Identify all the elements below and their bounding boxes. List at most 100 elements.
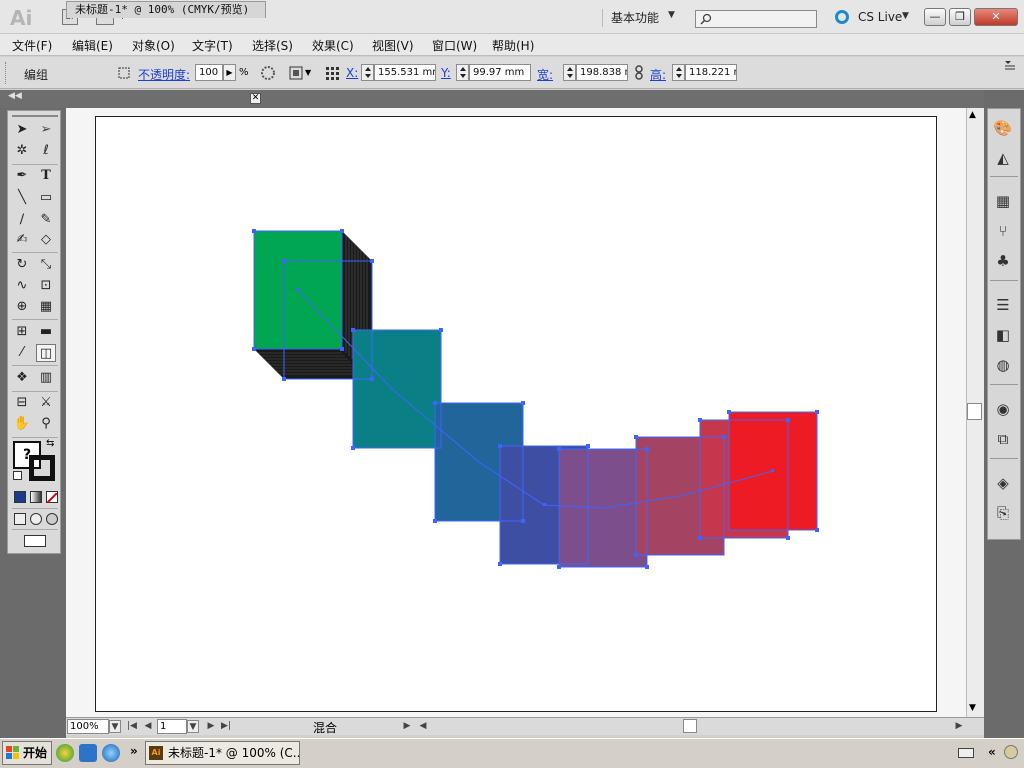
x-stepper[interactable] — [361, 64, 374, 81]
symbols-icon[interactable]: ♣ — [991, 250, 1015, 272]
panel-menu-icon[interactable] — [1003, 59, 1017, 71]
warp-icon[interactable]: ∿ — [12, 277, 32, 295]
y-field[interactable]: 99.97 mm — [469, 64, 531, 81]
collapse-panels-icon[interactable]: ◀◀ — [8, 91, 22, 101]
quick-launch-icon[interactable] — [79, 744, 97, 762]
stroke-icon[interactable]: ☰ — [991, 294, 1015, 316]
artboard-number-field[interactable]: 1 — [157, 719, 187, 734]
height-stepper[interactable] — [672, 64, 685, 81]
line-icon[interactable]: ╲ — [12, 189, 32, 207]
menu-select[interactable]: 选择(S) — [252, 37, 293, 54]
keyboard-icon[interactable] — [958, 748, 974, 758]
y-label[interactable]: Y: — [441, 66, 451, 80]
next-artboard-icon[interactable]: ▶ — [205, 720, 217, 733]
opacity-dropdown-icon[interactable]: ▶ — [223, 64, 236, 81]
blend-artwork[interactable] — [96, 117, 938, 713]
type-icon[interactable]: T — [36, 167, 56, 185]
scroll-up-icon[interactable]: ▲ — [969, 110, 976, 120]
tray-expand-icon[interactable]: « — [988, 745, 996, 759]
color-icon[interactable]: 🎨 — [991, 117, 1015, 139]
menu-file[interactable]: 文件(F) — [12, 37, 52, 54]
color-mode-icon[interactable] — [14, 491, 26, 503]
width-label[interactable]: 宽: — [537, 66, 553, 83]
paintbrush-icon[interactable]: ∕ — [12, 211, 32, 229]
artboard-dropdown-icon[interactable]: ▼ — [187, 720, 199, 733]
blend-icon[interactable]: ◫ — [36, 344, 56, 362]
rectangle-icon[interactable]: ▭ — [36, 189, 56, 207]
align-options-icon[interactable] — [288, 65, 304, 81]
scroll-right-icon[interactable]: ▶ — [953, 720, 965, 733]
previous-artboard-icon[interactable]: ◀ — [142, 720, 154, 733]
perspective-grid-icon[interactable]: ▦ — [36, 298, 56, 316]
y-stepper[interactable] — [456, 64, 469, 81]
width-stepper[interactable] — [563, 64, 576, 81]
scroll-down-icon[interactable]: ▼ — [969, 703, 976, 713]
menu-object[interactable]: 对象(O) — [132, 37, 175, 54]
eyedropper-icon[interactable]: ⁄ — [12, 344, 32, 362]
shape-builder-icon[interactable]: ⊕ — [12, 298, 32, 316]
height-label[interactable]: 高: — [650, 66, 666, 83]
blob-brush-icon[interactable]: ✍ — [12, 231, 32, 249]
tray-app-icon[interactable] — [1004, 745, 1018, 759]
selection-icon[interactable]: ➤ — [12, 121, 32, 139]
height-field[interactable]: 118.221 mı — [685, 64, 737, 81]
rotate-icon[interactable]: ↻ — [12, 256, 32, 274]
color-guide-icon[interactable]: ◭ — [991, 147, 1015, 169]
scale-icon[interactable]: ⤡ — [36, 256, 56, 274]
reference-point-icon[interactable] — [324, 65, 340, 81]
zoom-icon[interactable]: ⚲ — [36, 415, 56, 433]
swatches-icon[interactable]: ▦ — [991, 190, 1015, 212]
menu-edit[interactable]: 编辑(E) — [72, 37, 113, 54]
gradient-mode-icon[interactable] — [30, 491, 42, 503]
menu-type[interactable]: 文字(T) — [192, 37, 233, 54]
menu-view[interactable]: 视图(V) — [372, 37, 414, 54]
gradient-panel-icon[interactable]: ◧ — [991, 324, 1015, 346]
brushes-icon[interactable]: ⑂ — [991, 220, 1015, 242]
workspace-switcher[interactable]: 基本功能 — [602, 9, 659, 27]
stroke-swatch[interactable] — [29, 455, 55, 481]
layers-icon[interactable]: ◈ — [991, 472, 1015, 494]
teal-square[interactable] — [353, 330, 441, 448]
width-field[interactable]: 198.838 mı — [576, 64, 628, 81]
free-transform-icon[interactable]: ⊡ — [36, 277, 56, 295]
swap-fill-stroke-icon[interactable]: ⇆ — [46, 438, 54, 449]
hand-icon[interactable]: ✋ — [12, 415, 32, 433]
magic-wand-icon[interactable]: ✲ — [12, 142, 32, 160]
chevron-down-icon[interactable]: ▼ — [305, 68, 311, 77]
draw-normal-icon[interactable] — [14, 513, 26, 525]
status-menu-icon[interactable]: ▶ — [401, 720, 413, 733]
zoom-field[interactable]: 100% — [67, 719, 109, 734]
x-field[interactable]: 155.531 mm — [374, 64, 436, 81]
zoom-dropdown-icon[interactable]: ▼ — [109, 720, 121, 733]
minimize-button[interactable]: — — [924, 8, 946, 26]
direct-selection-icon[interactable]: ➢ — [36, 121, 56, 139]
menu-help[interactable]: 帮助(H) — [492, 37, 534, 54]
none-mode-icon[interactable] — [46, 491, 58, 504]
lasso-icon[interactable]: ℓ — [36, 142, 56, 160]
default-colors-icon[interactable] — [13, 471, 22, 480]
scroll-left-icon[interactable]: ◀ — [417, 720, 429, 733]
screen-mode-icon[interactable] — [24, 535, 46, 547]
grip-handle[interactable] — [5, 62, 8, 84]
pencil-icon[interactable]: ✎ — [36, 211, 56, 229]
last-artboard-icon[interactable]: ▶| — [220, 720, 232, 733]
mesh-icon[interactable]: ⊞ — [12, 323, 32, 341]
x-label[interactable]: X: — [346, 66, 358, 80]
eraser-icon[interactable]: ◇ — [36, 231, 56, 249]
chrome-icon[interactable] — [56, 744, 74, 762]
column-graph-icon[interactable]: ▥ — [36, 369, 56, 387]
cs-live-icon[interactable] — [835, 10, 849, 24]
opacity-link[interactable]: 不透明度: — [138, 66, 190, 83]
draw-behind-icon[interactable] — [30, 513, 42, 525]
menu-effect[interactable]: 效果(C) — [312, 37, 354, 54]
taskbar-overflow-icon[interactable]: » — [130, 744, 138, 758]
graphic-styles-icon[interactable]: ⧉ — [991, 428, 1015, 450]
cs-live-button[interactable]: CS Live — [858, 10, 902, 24]
transparency-icon[interactable]: ◍ — [991, 354, 1015, 376]
pen-icon[interactable]: ✒ — [12, 167, 32, 185]
artboard[interactable] — [95, 116, 937, 712]
document-tab[interactable]: 未标题-1* @ 100% (CMYK/预览) — [66, 1, 266, 18]
close-button[interactable]: ✕ — [974, 8, 1018, 26]
symbol-sprayer-icon[interactable]: ❖ — [12, 369, 32, 387]
chevron-down-icon[interactable]: ▼ — [668, 10, 675, 20]
